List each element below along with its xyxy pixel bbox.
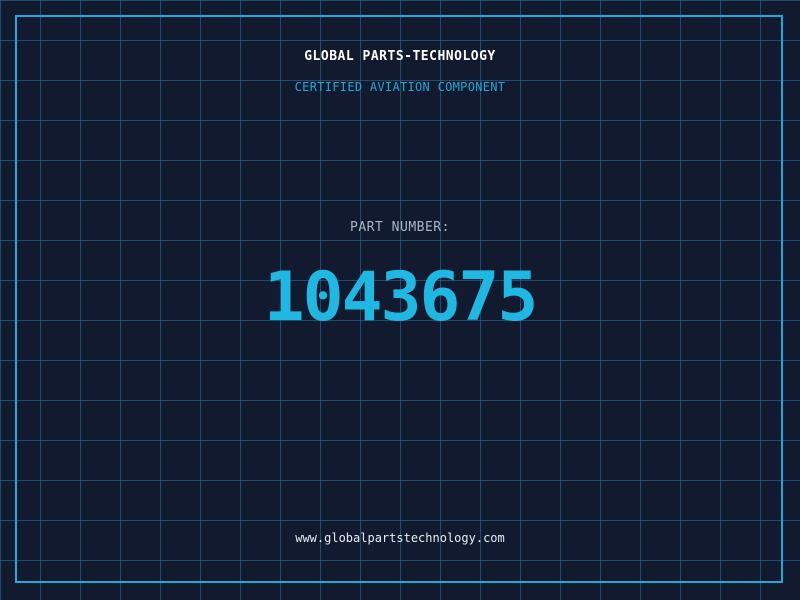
company-name: GLOBAL PARTS-TECHNOLOGY xyxy=(304,49,496,64)
certification-tagline: CERTIFIED AVIATION COMPONENT xyxy=(294,80,506,94)
part-number-value: 1043675 xyxy=(263,258,539,337)
part-number-label: PART NUMBER: xyxy=(350,220,450,235)
website-url: www.globalpartstechnology.com xyxy=(295,531,505,545)
